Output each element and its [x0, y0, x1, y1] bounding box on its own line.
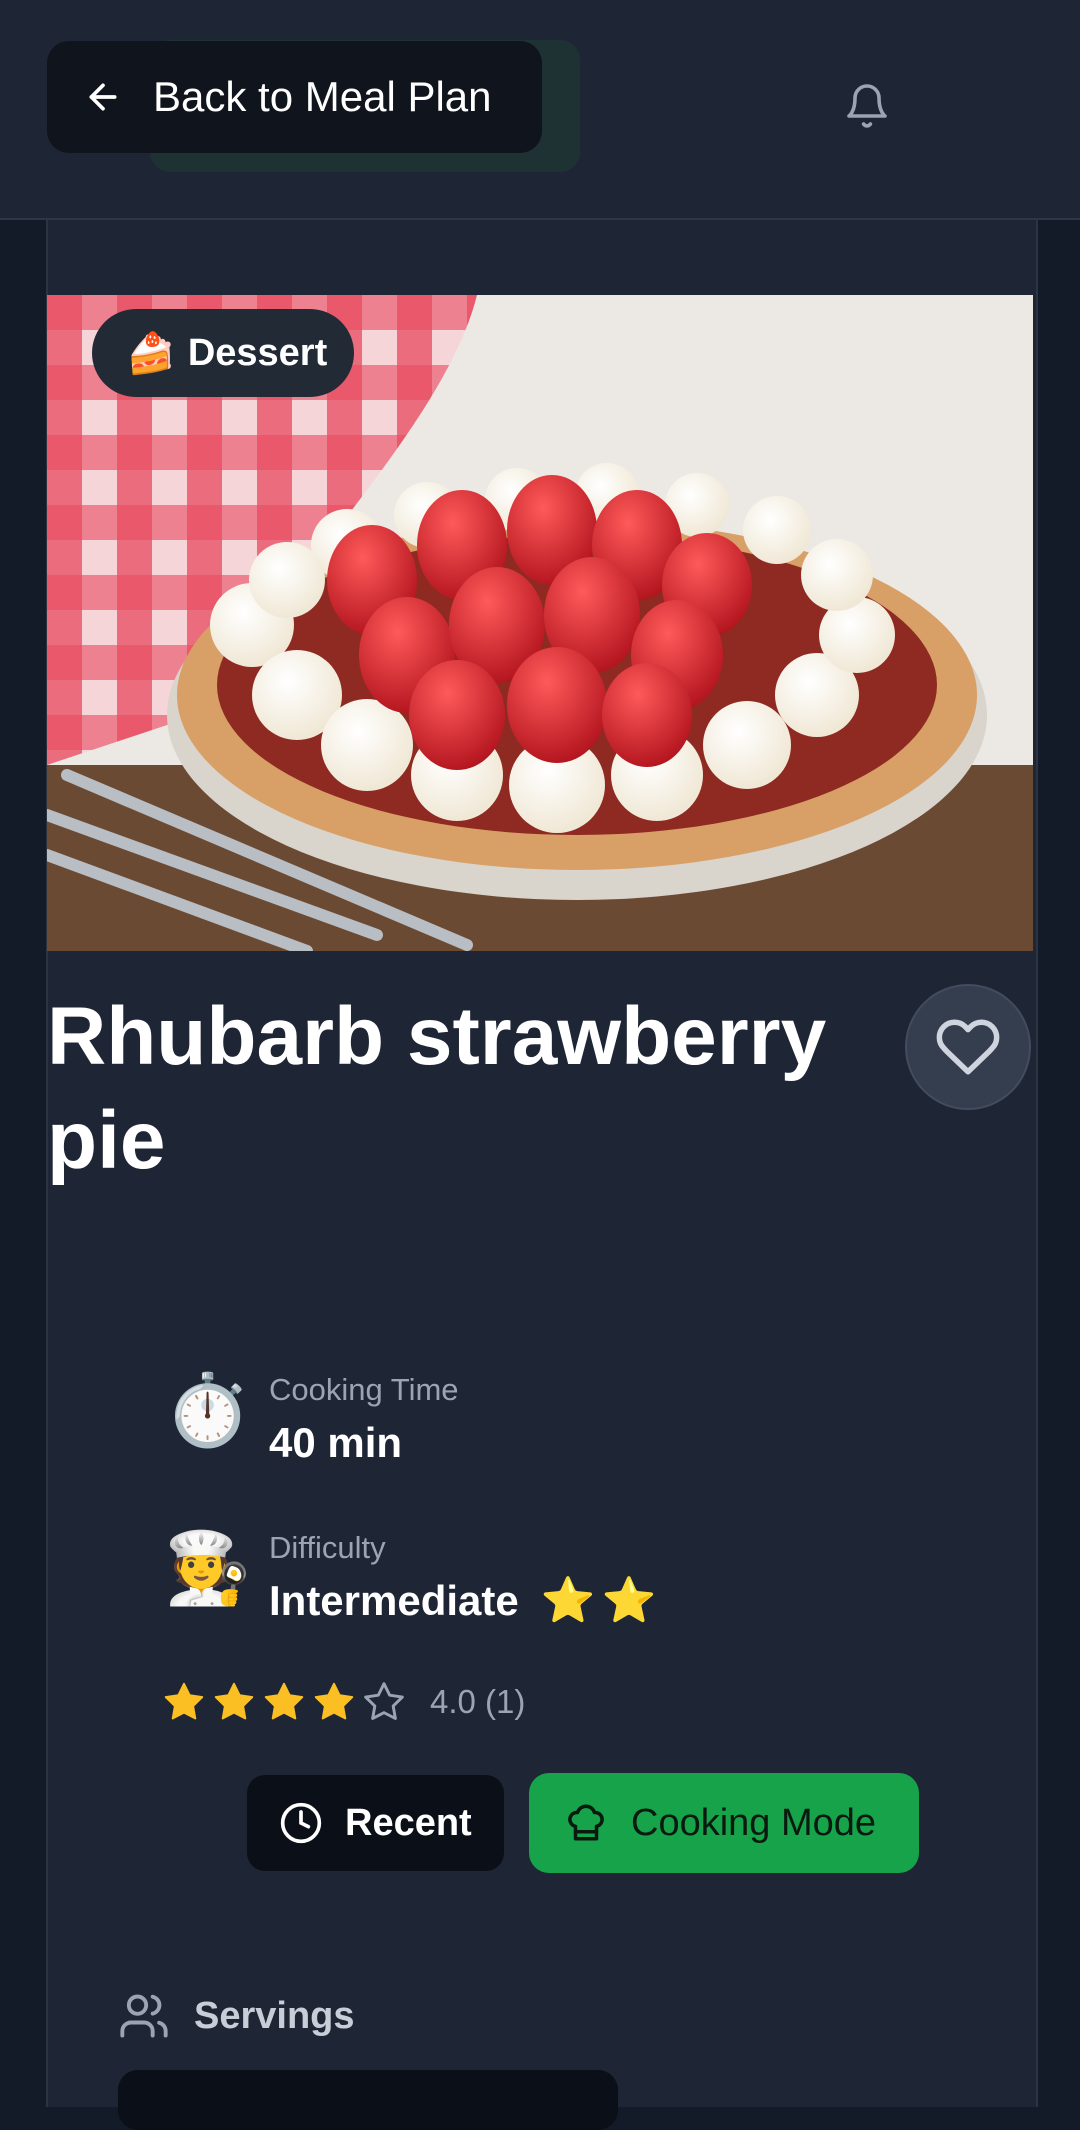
- rating-stars[interactable]: [162, 1680, 412, 1724]
- recent-button-label: Recent: [345, 1801, 472, 1844]
- rating: 4.0 (1): [162, 1680, 525, 1724]
- recent-button[interactable]: Recent: [247, 1775, 504, 1871]
- cooking-mode-button[interactable]: Cooking Mode: [529, 1773, 919, 1873]
- top-bar: Back to Meal Plan: [0, 0, 1080, 220]
- servings-label: Servings: [194, 1994, 355, 2037]
- difficulty-stars: ⭐⭐: [540, 1576, 663, 1625]
- star-icon[interactable]: [262, 1680, 306, 1724]
- difficulty-value: Intermediate: [269, 1577, 519, 1624]
- star-icon[interactable]: [362, 1680, 406, 1724]
- cooking-time-row: ⏱️ Cooking Time 40 min: [164, 1370, 459, 1470]
- servings-selector[interactable]: [118, 2070, 618, 2130]
- clock-icon: [280, 1802, 322, 1844]
- cooking-mode-label: Cooking Mode: [631, 1801, 877, 1844]
- favorite-button[interactable]: [905, 984, 1031, 1110]
- recipe-title: Rhubarb strawberry pie: [47, 991, 827, 1186]
- back-button-label: Back to Meal Plan: [153, 73, 492, 120]
- back-to-meal-plan-button[interactable]: Back to Meal Plan: [47, 41, 542, 153]
- cooking-time-label: Cooking Time: [269, 1372, 459, 1407]
- category-badge: 🍰 Dessert: [92, 309, 354, 397]
- star-icon[interactable]: [212, 1680, 256, 1724]
- category-label: Dessert: [187, 331, 328, 374]
- heart-icon: [936, 1019, 1000, 1075]
- stopwatch-icon: ⏱️: [164, 1371, 252, 1449]
- chef-icon: 🧑‍🍳: [164, 1529, 252, 1607]
- difficulty-label: Difficulty: [269, 1530, 386, 1565]
- bell-icon[interactable]: [843, 82, 891, 130]
- servings-header: Servings: [118, 1990, 355, 2042]
- star-icon[interactable]: [162, 1680, 206, 1724]
- users-icon: [120, 1994, 168, 2038]
- rating-text: 4.0 (1): [430, 1683, 526, 1720]
- arrow-left-icon: [89, 83, 117, 111]
- difficulty-row: 🧑‍🍳 Difficulty Intermediate ⭐⭐: [164, 1528, 662, 1628]
- chef-hat-icon: [568, 1804, 604, 1841]
- cooking-time-value: 40 min: [269, 1419, 403, 1466]
- star-icon[interactable]: [312, 1680, 356, 1724]
- cake-icon: 🍰: [126, 331, 176, 376]
